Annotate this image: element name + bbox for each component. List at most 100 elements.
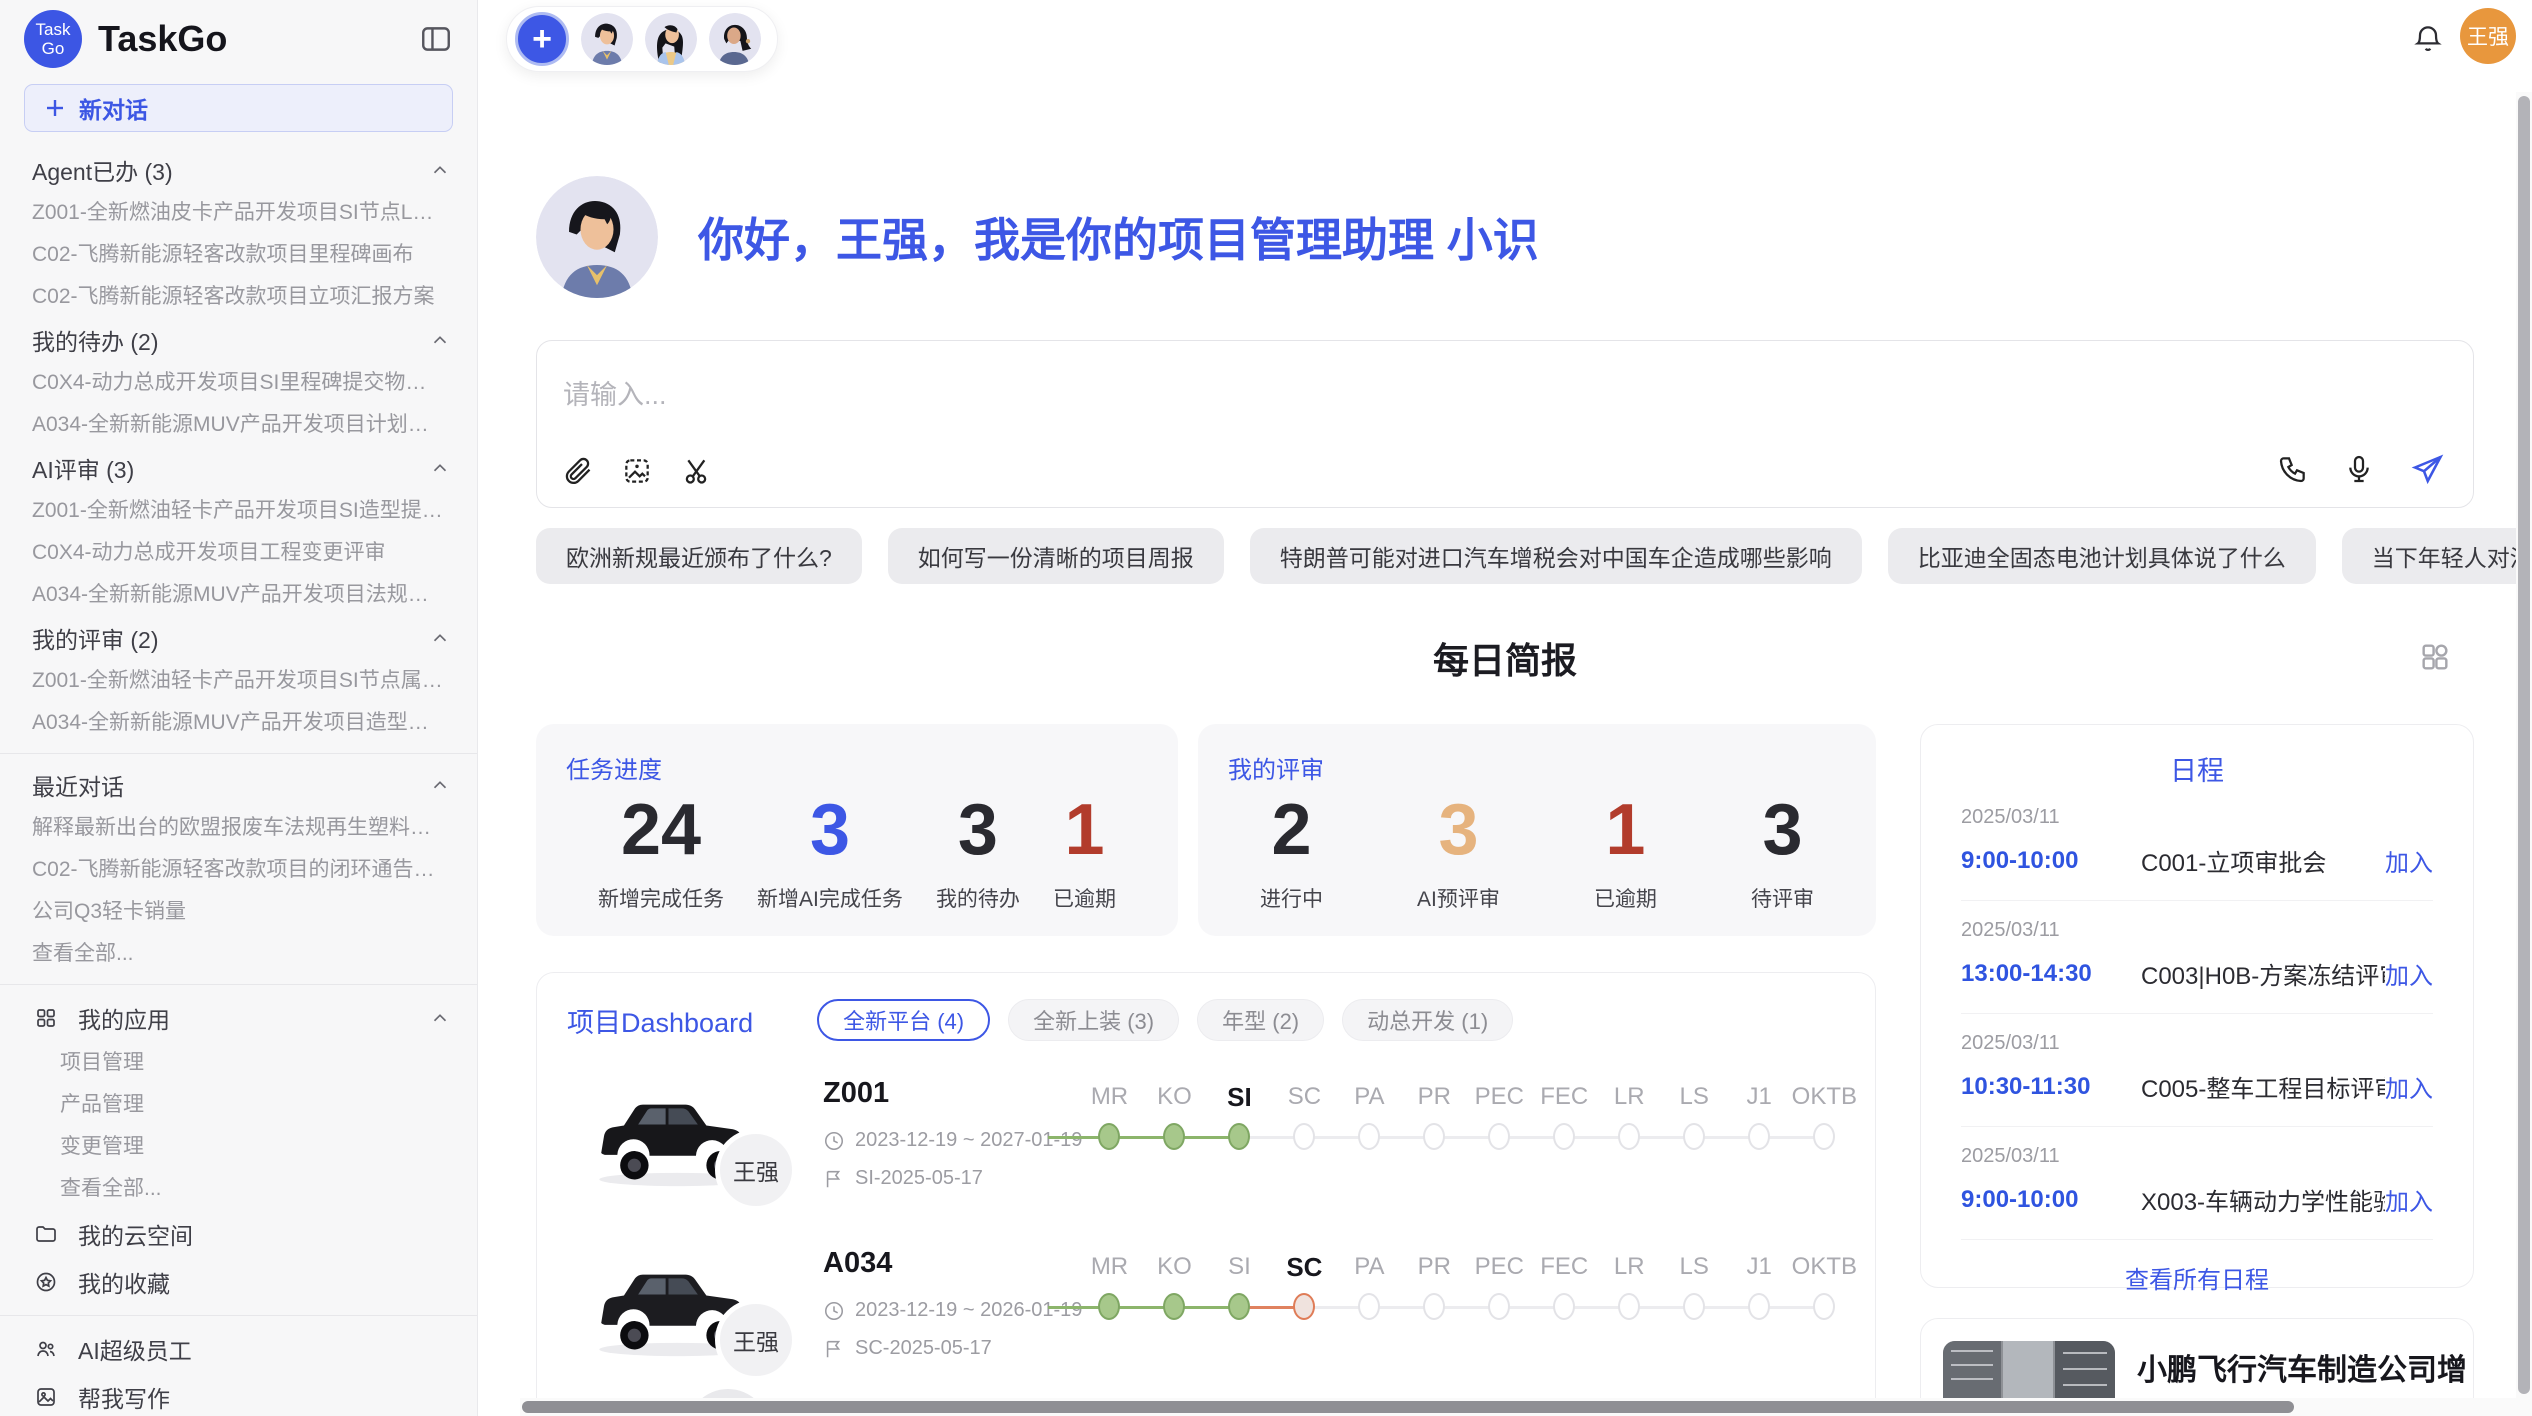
send-icon[interactable] [2409,451,2445,487]
tab-year-model[interactable]: 年型 (2) [1197,999,1324,1041]
vertical-scrollbar-thumb[interactable] [2518,96,2530,1394]
section-ai-review[interactable]: AI评审 (3) [0,446,477,490]
stat-value: 3 [1417,787,1500,873]
user-avatar[interactable]: 王强 [2460,8,2516,64]
suggestion-chip[interactable]: 当下年轻人对汽车外观有怎样的喜好趋势 [2342,528,2532,584]
project-dates: 2023-12-19 ~ 2026-01-19 [823,1299,1082,1322]
collapse-sidebar-icon[interactable] [419,22,453,56]
project-milestone-note: SI-2025-05-17 [823,1167,983,1190]
milestone-dot [1553,1123,1575,1150]
stat-value: 3 [757,787,903,873]
suggestion-chip[interactable]: 欧洲新规最近颁布了什么? [536,528,862,584]
project-owner-badge: 王强 [715,1299,797,1381]
chevron-up-icon[interactable] [429,1007,451,1029]
section-my-review[interactable]: 我的评审 (2) [0,616,477,660]
stat-row: 2 进行中 3 AI预评审 1 已逾期 3 待评审 [1198,785,1876,913]
schedule-time: 9:00-10:00 [1961,847,2141,875]
sidebar-item-ai-staff[interactable]: AI超级员工 [0,1325,477,1373]
nav-label: AI超级员工 [78,1332,192,1366]
list-item[interactable]: C02-飞腾新能源轻客改款项目立项汇报方案 [0,276,477,318]
logo-row: Task Go TaskGo [0,0,477,78]
suggestion-chip[interactable]: 特朗普可能对进口汽车增税会对中国车企造成哪些影响 [1250,528,1862,584]
milestone-dot [1683,1293,1705,1320]
section-recent-chats[interactable]: 最近对话 [0,763,477,807]
clock-icon [823,1130,845,1152]
project-dates: 2023-12-19 ~ 2027-01-19 [823,1129,1082,1152]
tab-new-platform[interactable]: 全新平台 (4) [817,999,990,1041]
stat-label: 新增AI完成任务 [757,883,903,913]
view-all-chats[interactable]: 查看全部... [0,933,477,975]
list-item[interactable]: Z001-全新燃油皮卡产品开发项目SI节点Lesson Learn报告 [0,192,477,234]
stat-value: 3 [936,787,1020,873]
nav-label: 我的应用 [78,1001,170,1035]
microphone-icon[interactable] [2343,453,2375,485]
project-code: Z001 [823,1077,889,1110]
list-item[interactable]: Z001-全新燃油轻卡产品开发项目SI造型提交物评审 [0,490,477,532]
sidebar-item-my-apps[interactable]: 我的应用 [0,994,477,1042]
sidebar-item-cloud-space[interactable]: 我的云空间 [0,1210,477,1258]
list-item[interactable]: 解释最新出台的欧盟报废车法规再生塑料比例被调至15%... [0,807,477,849]
chevron-up-icon[interactable] [429,774,451,796]
chevron-up-icon[interactable] [429,457,451,479]
stat: 1 已逾期 [1053,787,1116,913]
horizontal-scrollbar-thumb[interactable] [522,1401,2294,1413]
list-item[interactable]: A034-全新新能源MUV产品开发项目法规符合性评审 [0,574,477,616]
chat-input[interactable]: 请输入... [536,340,2474,508]
chevron-up-icon[interactable] [429,159,451,181]
schedule-time: 10:30-11:30 [1961,1073,2141,1101]
suggestion-chip[interactable]: 比亚迪全固态电池计划具体说了什么 [1888,528,2316,584]
join-button[interactable]: 加入 [2385,843,2433,878]
notification-bell-icon[interactable] [2412,22,2444,54]
medal-icon [34,1270,58,1294]
sidebar-item-change-mgmt[interactable]: 变更管理 [0,1126,477,1168]
milestone-dot [1163,1123,1185,1150]
divider [0,984,477,985]
milestone: OKTB [1792,1237,1857,1320]
list-item[interactable]: A034-全新新能源MUV产品开发项目造型可行性评审 [0,702,477,744]
project-row[interactable]: 王强 Z001 2023-12-19 ~ 2027-01-19 SI-2025-… [537,1067,1875,1225]
schedule-name: C001-立项审批会 [2141,843,2385,878]
scissors-icon[interactable] [681,455,713,487]
avatar[interactable] [709,13,761,65]
sidebar-item-help-write[interactable]: 帮我写作 [0,1373,477,1416]
avatar[interactable] [581,13,633,65]
tab-new-body[interactable]: 全新上装 (3) [1008,999,1179,1041]
list-item[interactable]: C0X4-动力总成开发项目SI里程碑提交物检查 [0,362,477,404]
tab-powertrain[interactable]: 动总开发 (1) [1342,999,1513,1041]
image-upload-icon[interactable] [621,455,653,487]
section-agent-done[interactable]: Agent已办 (3) [0,148,477,192]
new-chat-button[interactable]: 新对话 [24,84,453,132]
flag-icon [823,1338,845,1360]
sidebar-item-project-mgmt[interactable]: 项目管理 [0,1042,477,1084]
logo-line2: Go [42,39,65,58]
list-item[interactable]: A034-全新新能源MUV产品开发项目计划变更表编写 [0,404,477,446]
layout-grid-icon[interactable] [2418,640,2452,674]
phone-icon[interactable] [2277,453,2309,485]
milestone-dot [1293,1123,1315,1150]
join-button[interactable]: 加入 [2385,956,2433,991]
project-row[interactable]: 王强 A034 2023-12-19 ~ 2026-01-19 SC-2025-… [537,1237,1875,1395]
join-button[interactable]: 加入 [2385,1182,2433,1217]
list-item[interactable]: C02-飞腾新能源轻客改款项目的闭环通告反馈情况 [0,849,477,891]
add-contact-button[interactable]: + [515,12,569,66]
card-title: 任务进度 [536,724,1178,785]
chevron-up-icon[interactable] [429,329,451,351]
attachment-icon[interactable] [561,455,593,487]
chevron-up-icon[interactable] [429,627,451,649]
sidebar-item-favorites[interactable]: 我的收藏 [0,1258,477,1306]
dashboard-header: 项目Dashboard 全新平台 (4) 全新上装 (3) 年型 (2) 动总开… [537,973,1875,1041]
avatar[interactable] [645,13,697,65]
list-item[interactable]: C02-飞腾新能源轻客改款项目里程碑画布 [0,234,477,276]
list-item[interactable]: 公司Q3轻卡销量 [0,891,477,933]
view-all-apps[interactable]: 查看全部... [0,1168,477,1210]
section-title: 我的待办 (2) [32,323,159,357]
section-my-todo[interactable]: 我的待办 (2) [0,318,477,362]
suggestion-chip[interactable]: 如何写一份清晰的项目周报 [888,528,1224,584]
view-all-schedule[interactable]: 查看所有日程 [1961,1260,2433,1295]
list-item[interactable]: Z001-全新燃油轻卡产品开发项目SI节点属性5D文件评审 [0,660,477,702]
join-button[interactable]: 加入 [2385,1069,2433,1104]
sidebar-item-product-mgmt[interactable]: 产品管理 [0,1084,477,1126]
input-tools-left [561,455,713,487]
list-item[interactable]: C0X4-动力总成开发项目工程变更评审 [0,532,477,574]
schedule-date: 2025/03/11 [1961,1145,2433,1168]
